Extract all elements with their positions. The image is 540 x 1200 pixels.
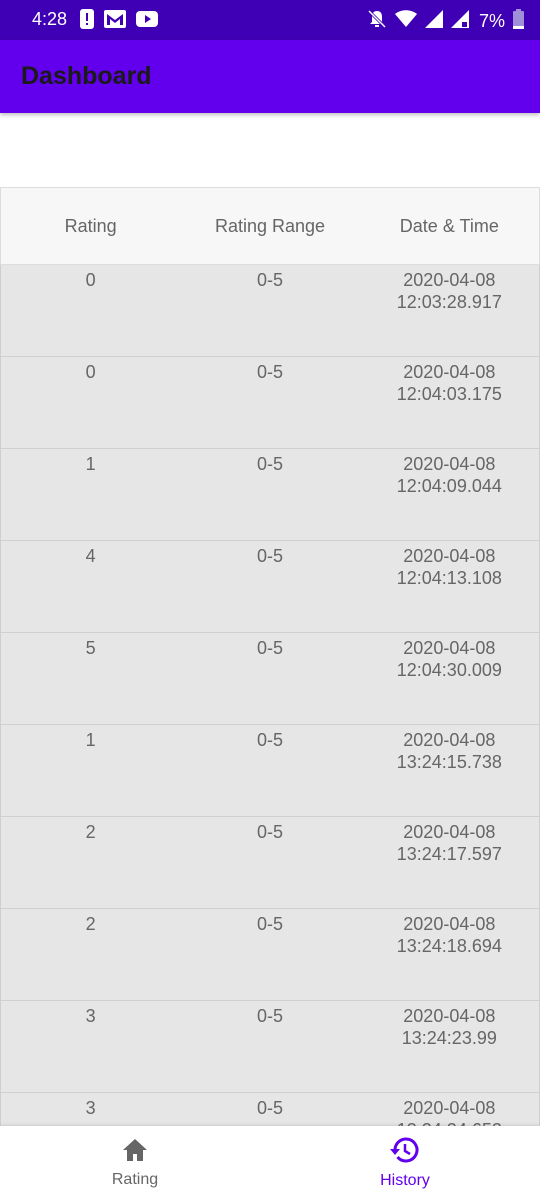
table-body: 0 0-5 2020-04-08 12:03:28.917 0 0-5 2020-04-08… bbox=[0, 265, 540, 1126]
cell-date: 2020-04-08 bbox=[403, 454, 496, 474]
notifications-off-icon bbox=[367, 9, 387, 34]
history-table[interactable]: Rating Rating Range Date & Time 0 0-5 2020… bbox=[0, 187, 540, 1126]
cell-rating: 4 bbox=[85, 546, 96, 566]
nav-item-history[interactable]: History bbox=[270, 1126, 540, 1200]
table-row: 3 0-5 2020-04-0813:24:24.652 bbox=[0, 1093, 540, 1126]
cell-rating: 0 bbox=[85, 362, 96, 382]
cell-date: 2020-04-08 bbox=[403, 822, 496, 842]
cell-rating: 3 bbox=[85, 1006, 96, 1026]
table-row: 1 0-5 2020-04-08 13:24:15.738 bbox=[0, 725, 540, 817]
page-title: Dashboard bbox=[21, 62, 152, 90]
table-row: 4 0-5 2020-04-08 12:04:13.108 bbox=[0, 541, 540, 633]
cell-date-time: 2020-04-08 12:03:28.917 bbox=[360, 265, 539, 313]
nav-item-rating[interactable]: Rating bbox=[0, 1126, 270, 1200]
cell-rating-range: 0-5 bbox=[256, 1006, 283, 1026]
table-row: 1 0-5 2020-04-08 12:04:09.044 bbox=[0, 449, 540, 541]
cell-rating: 2 bbox=[85, 914, 96, 934]
status-bar: 4:28 7% bbox=[0, 0, 540, 40]
cell-rating-range: 0-5 bbox=[256, 822, 283, 842]
cell-date: 2020-04-08 bbox=[403, 270, 496, 290]
cell-rating: 3 bbox=[85, 1098, 96, 1118]
cell-date-time: 2020-04-08 13:24:15.738 bbox=[360, 725, 539, 773]
cell-time: 12:04:30.009 bbox=[396, 660, 502, 680]
cell-time: 13:24:15.738 bbox=[396, 752, 502, 772]
cell-rating: 5 bbox=[85, 638, 96, 658]
cell-rating-range: 0-5 bbox=[256, 546, 283, 566]
bottom-navigation: Rating History bbox=[0, 1126, 540, 1200]
cell-date: 2020-04-08 bbox=[403, 362, 496, 382]
cell-rating: 1 bbox=[85, 730, 96, 750]
cell-time: 12:04:13.108 bbox=[396, 568, 502, 588]
header-date-time: Date & Time bbox=[399, 215, 499, 236]
cell-date-time: 2020-04-08 12:04:13.108 bbox=[360, 541, 539, 589]
cell-rating-range: 0-5 bbox=[256, 362, 283, 382]
battery-icon bbox=[513, 8, 524, 34]
battery-percent: 7% bbox=[478, 10, 505, 31]
gmail-icon bbox=[104, 9, 126, 33]
cell-time: 13:24:17.597 bbox=[396, 844, 502, 864]
cell-rating-range: 0-5 bbox=[256, 730, 283, 750]
table-row: 2 0-5 2020-04-08 13:24:18.694 bbox=[0, 909, 540, 1001]
header-rating-range: Rating Range bbox=[214, 215, 326, 236]
cell-rating-range: 0-5 bbox=[256, 638, 283, 658]
youtube-icon bbox=[136, 10, 158, 32]
app-bar: Dashboard bbox=[0, 40, 540, 113]
cell-time: 12:04:09.044 bbox=[396, 476, 502, 496]
cell-date-time: 2020-04-0813:24:24.652 bbox=[360, 1093, 539, 1126]
cell-time: 12:03:28.917 bbox=[396, 292, 502, 312]
cell-date-time: 2020-04-08 13:24:18.694 bbox=[360, 909, 539, 957]
cell-rating-range: 0-5 bbox=[256, 454, 283, 474]
table-row: 0 0-5 2020-04-08 12:04:03.175 bbox=[0, 357, 540, 449]
table-header: Rating Rating Range Date & Time bbox=[0, 187, 540, 265]
cell-date: 2020-04-08 bbox=[403, 1098, 496, 1118]
status-time: 4:28 bbox=[32, 9, 68, 29]
cell-rating-range: 0-5 bbox=[256, 270, 283, 290]
cell-date: 2020-04-08 bbox=[403, 546, 496, 566]
home-icon bbox=[121, 1137, 149, 1168]
cell-date-time: 2020-04-08 13:24:17.597 bbox=[360, 817, 539, 865]
cell-date-time: 2020-04-08 12:04:30.009 bbox=[360, 633, 539, 681]
cell-date: 2020-04-08 bbox=[403, 1006, 496, 1026]
status-left-icons bbox=[80, 8, 158, 34]
header-rating: Rating bbox=[64, 215, 117, 236]
cell-rating-range: 0-5 bbox=[256, 1098, 283, 1118]
cell-date: 2020-04-08 bbox=[403, 730, 496, 750]
nav-label-rating: Rating bbox=[111, 1171, 159, 1188]
cell-rating: 1 bbox=[85, 454, 96, 474]
cell-date: 2020-04-08 bbox=[403, 914, 496, 934]
cell-time: 12:04:03.175 bbox=[396, 384, 502, 404]
signal-icon bbox=[424, 9, 443, 33]
cell-rating: 0 bbox=[85, 270, 96, 290]
table-row: 2 0-5 2020-04-08 13:24:17.597 bbox=[0, 817, 540, 909]
table-row: 3 0-5 2020-04-08 13:24:23.99 bbox=[0, 1001, 540, 1093]
cell-rating-range: 0-5 bbox=[256, 914, 283, 934]
cell-time: 13:24:23.99 bbox=[401, 1028, 497, 1048]
table-row: 0 0-5 2020-04-08 12:03:28.917 bbox=[0, 265, 540, 357]
alert-icon bbox=[80, 8, 94, 34]
cell-time: 13:24:24.652 bbox=[360, 1119, 539, 1126]
cell-date: 2020-04-08 bbox=[403, 638, 496, 658]
cell-date-time: 2020-04-08 12:04:09.044 bbox=[360, 449, 539, 497]
cell-rating: 2 bbox=[85, 822, 96, 842]
wifi-icon bbox=[394, 9, 417, 33]
history-icon bbox=[389, 1136, 421, 1169]
signal-roaming-icon bbox=[450, 9, 469, 33]
status-right-icons: 7% bbox=[367, 8, 524, 34]
table-row: 5 0-5 2020-04-08 12:04:30.009 bbox=[0, 633, 540, 725]
cell-time: 13:24:18.694 bbox=[396, 936, 502, 956]
cell-date-time: 2020-04-08 12:04:03.175 bbox=[360, 357, 539, 405]
cell-date-time: 2020-04-08 13:24:23.99 bbox=[360, 1001, 539, 1049]
nav-label-history: History bbox=[380, 1172, 430, 1189]
